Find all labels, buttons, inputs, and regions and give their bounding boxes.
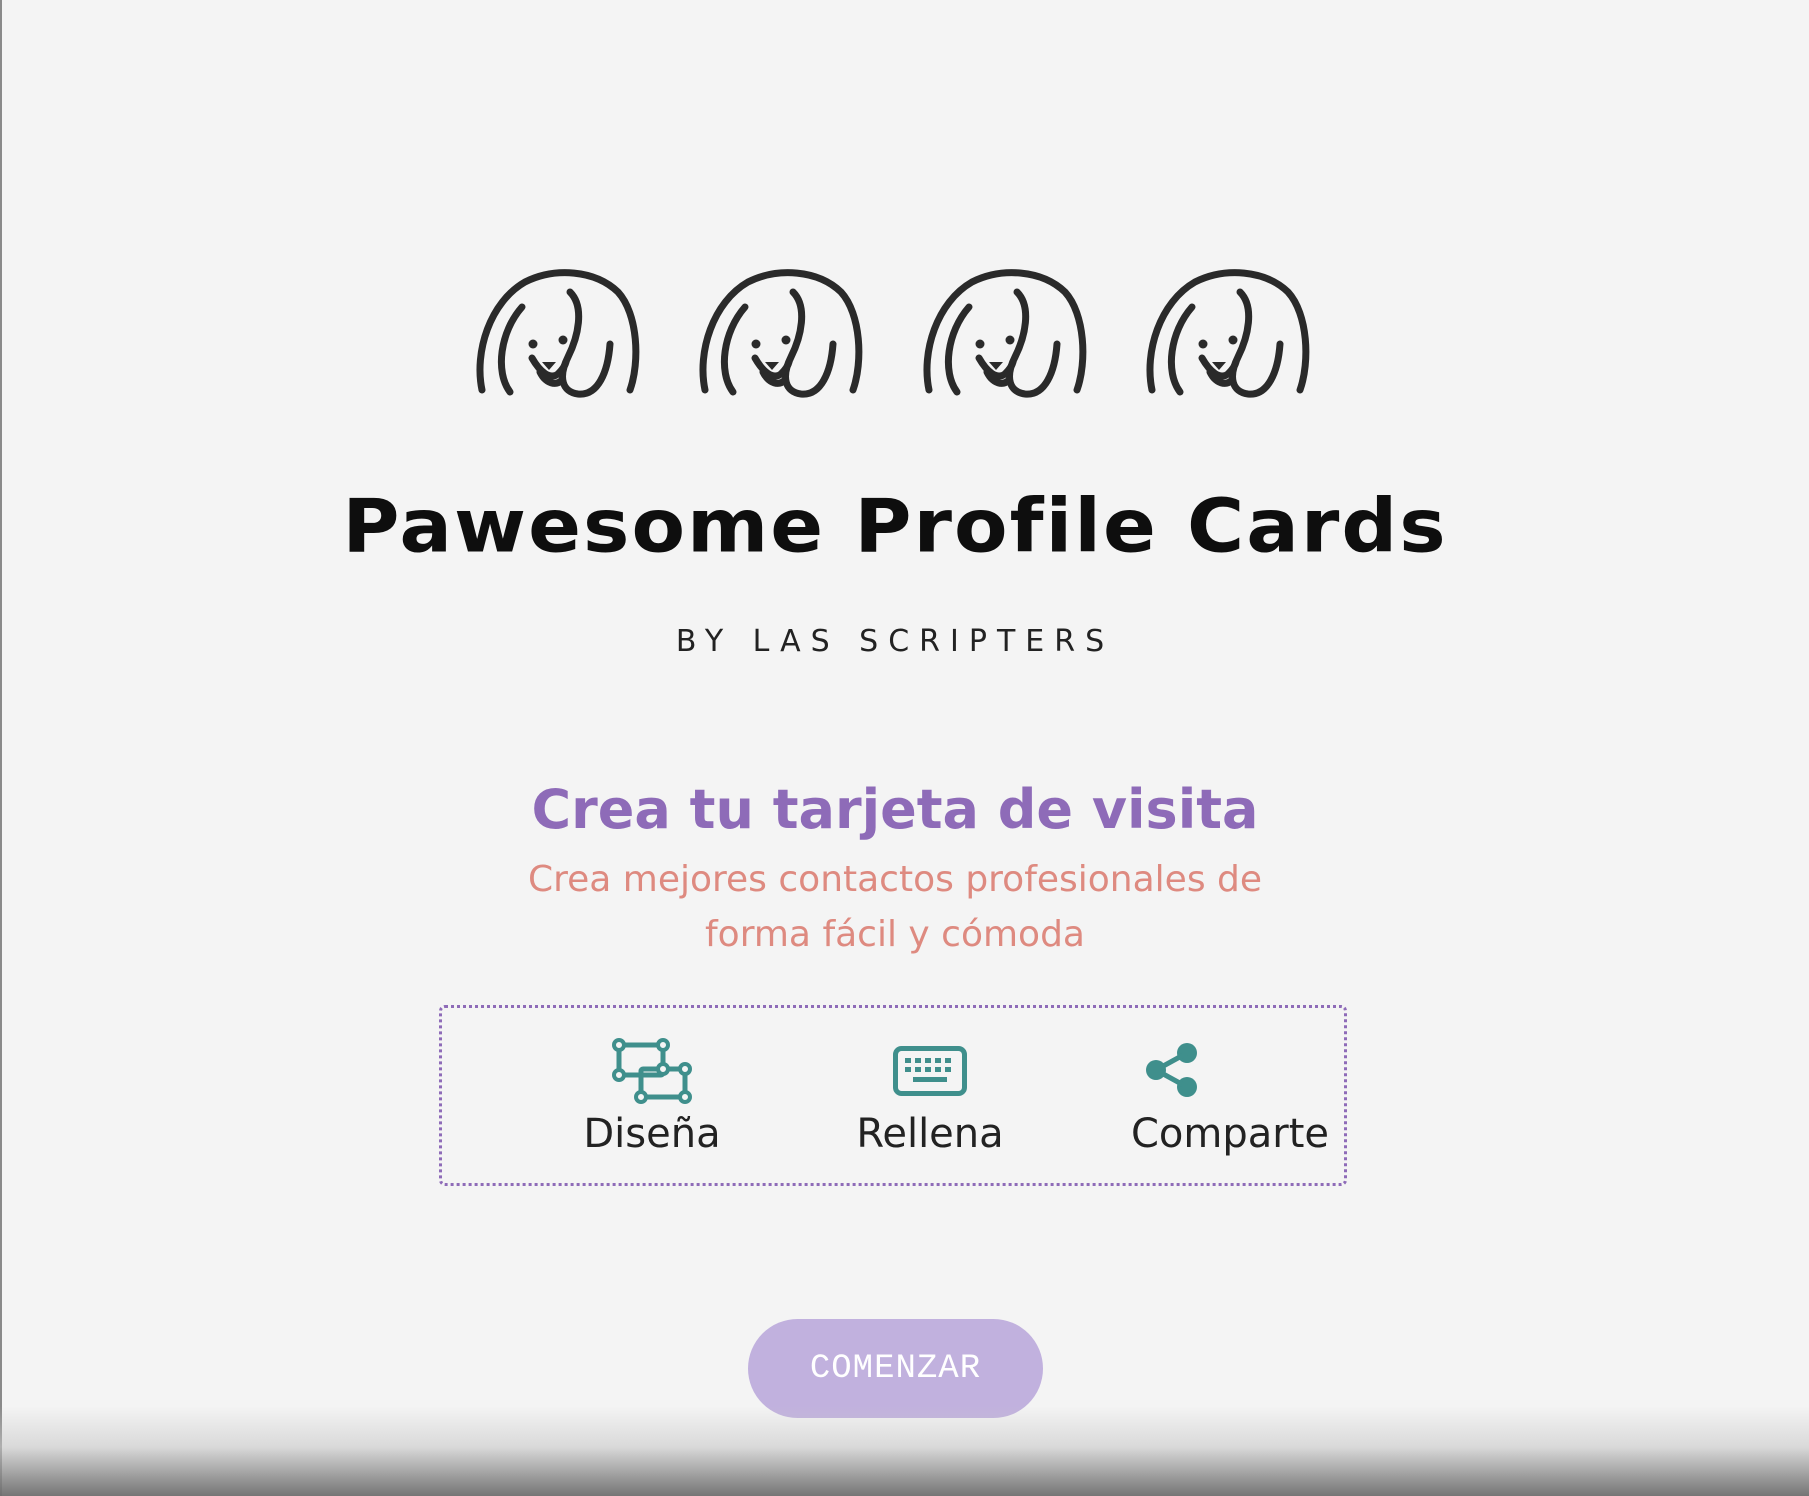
dog-icon — [1140, 262, 1320, 417]
step-design: Diseña — [532, 1008, 772, 1183]
subline-line-1: Crea mejores contactos profesionales de — [527, 859, 1263, 900]
step-fill: Rellena — [804, 1008, 1056, 1183]
dog-icon — [693, 262, 873, 417]
keyboard-icon — [893, 1046, 967, 1096]
step-fill-label: Rellena — [856, 1111, 1004, 1157]
dog-icon — [470, 262, 650, 417]
step-design-label: Diseña — [583, 1111, 721, 1157]
steps-box: Diseña Rellena Comparte — [439, 1005, 1347, 1186]
brand-subtitle: BY LAS SCRIPTERS — [675, 624, 1115, 659]
design-shapes-icon — [611, 1037, 693, 1105]
page-subline: Crea mejores contactos profesionales de … — [0, 852, 1790, 962]
logo-dogs — [470, 262, 1320, 417]
start-button[interactable]: COMENZAR — [748, 1319, 1043, 1418]
share-icon — [1143, 1041, 1201, 1099]
bottom-shadow — [0, 1406, 1809, 1496]
step-share: Comparte — [1110, 1008, 1350, 1183]
dog-icon — [917, 262, 1097, 417]
window-edge — [0, 0, 2, 1496]
page-headline: Crea tu tarjeta de visita — [531, 778, 1259, 841]
brand-title: Pawesome Profile Cards — [342, 484, 1448, 570]
landing-page: Pawesome Profile Cards BY LAS SCRIPTERS … — [0, 0, 1809, 1496]
subline-line-2: forma fácil y cómoda — [705, 914, 1085, 955]
step-share-label: Comparte — [1130, 1111, 1329, 1157]
